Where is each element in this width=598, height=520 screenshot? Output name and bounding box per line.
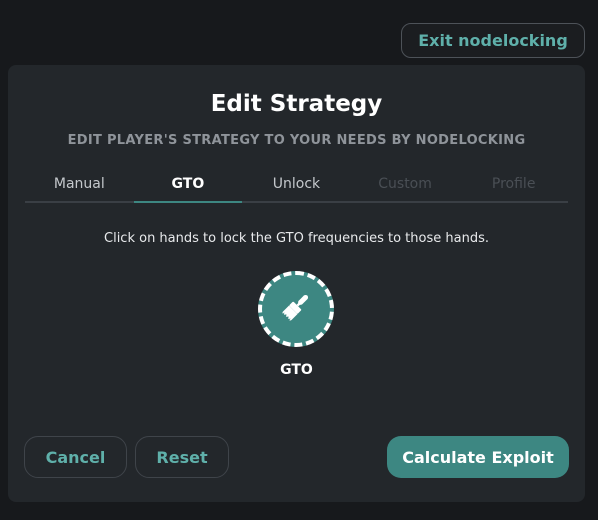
tab-profile: Profile xyxy=(491,176,536,192)
paintbrush-icon xyxy=(279,290,313,328)
tab-gto[interactable]: GTO xyxy=(133,171,243,203)
cancel-button[interactable]: Cancel xyxy=(24,436,127,478)
modal-title: Edit Strategy xyxy=(210,91,383,117)
edit-strategy-modal: Edit Strategy EDIT PLAYER'S STRATEGY TO … xyxy=(8,65,585,502)
gto-tool-label: GTO xyxy=(280,362,313,378)
exit-nodelocking-button[interactable]: Exit nodelocking xyxy=(401,23,585,58)
calculate-exploit-button[interactable]: Calculate Exploit xyxy=(387,436,569,478)
strategy-tabs: Manual GTO Unlock Custom Profile xyxy=(25,171,568,203)
gto-tool-button[interactable] xyxy=(258,271,334,347)
tab-unlock[interactable]: Unlock xyxy=(242,171,351,201)
page: Exit nodelocking Edit Strategy EDIT PLAY… xyxy=(0,0,598,520)
instruction-text: Click on hands to lock the GTO frequenci… xyxy=(104,231,489,246)
tab-custom: Custom xyxy=(378,176,432,192)
reset-button[interactable]: Reset xyxy=(135,436,229,478)
modal-subtitle: EDIT PLAYER'S STRATEGY TO YOUR NEEDS BY … xyxy=(67,133,526,148)
tab-manual[interactable]: Manual xyxy=(25,171,134,201)
